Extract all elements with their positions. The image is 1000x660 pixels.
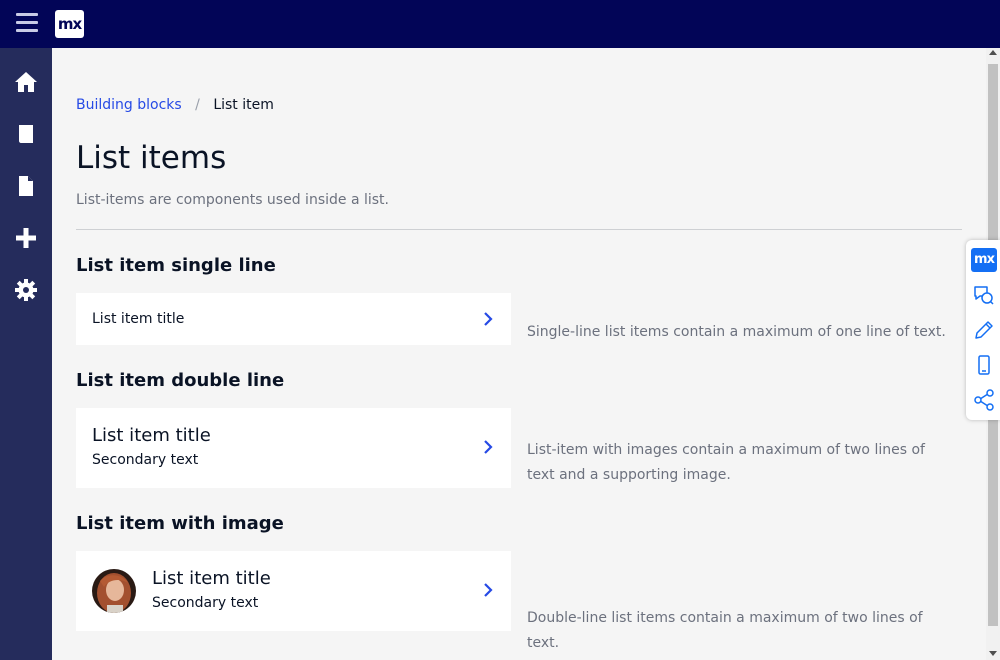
chevron-right-icon	[484, 312, 493, 326]
divider	[76, 229, 962, 230]
chevron-right-icon	[484, 583, 493, 597]
scroll-down-arrow-icon[interactable]	[989, 651, 997, 656]
description-with-image: Double-line list items contain a maximum…	[527, 610, 923, 651]
list-item-single-line[interactable]: List item title	[76, 293, 511, 345]
main-content: Building blocks / List item List items L…	[52, 48, 986, 660]
list-item-title: List item title	[92, 425, 211, 446]
list-item-title: List item title	[92, 311, 185, 327]
breadcrumb-separator: /	[195, 97, 200, 113]
document-icon[interactable]	[14, 174, 40, 200]
pencil-icon[interactable]	[972, 318, 996, 342]
mendix-logo-button[interactable]: mx	[971, 248, 997, 272]
breadcrumb: Building blocks / List item	[76, 97, 274, 113]
list-item-double-line[interactable]: List item title Secondary text	[76, 408, 511, 488]
list-item-with-image[interactable]: List item title Secondary text	[76, 551, 511, 631]
description-single-line: Single-line list items contain a maximum…	[527, 324, 946, 340]
book-icon[interactable]	[14, 122, 40, 148]
sidebar	[0, 48, 52, 660]
chevron-right-icon	[484, 440, 493, 454]
section-heading-double-line: List item double line	[76, 370, 285, 391]
top-bar: mx	[0, 0, 1000, 48]
description-double-line: List-item with images contain a maximum …	[527, 442, 925, 483]
home-icon[interactable]	[14, 70, 40, 96]
list-item-title: List item title	[152, 568, 271, 589]
section-heading-single-line: List item single line	[76, 255, 276, 276]
share-icon[interactable]	[972, 388, 996, 412]
page-subtitle: List-items are components used inside a …	[76, 192, 389, 208]
hamburger-menu-icon[interactable]	[16, 13, 38, 33]
avatar	[92, 569, 136, 613]
mobile-icon[interactable]	[972, 353, 996, 377]
breadcrumb-link-building-blocks[interactable]: Building blocks	[76, 97, 182, 113]
page-title: List items	[76, 140, 227, 176]
right-dock-toolbar: mx	[966, 240, 1000, 420]
chat-icon[interactable]	[972, 283, 996, 307]
plus-icon[interactable]	[14, 226, 40, 252]
breadcrumb-current: List item	[213, 97, 274, 113]
app-logo[interactable]: mx	[55, 10, 84, 38]
list-item-secondary-text: Secondary text	[92, 452, 199, 468]
list-item-secondary-text: Secondary text	[152, 595, 259, 611]
scroll-up-arrow-icon[interactable]	[989, 50, 997, 55]
gear-icon[interactable]	[14, 278, 40, 304]
section-heading-with-image: List item with image	[76, 513, 284, 534]
